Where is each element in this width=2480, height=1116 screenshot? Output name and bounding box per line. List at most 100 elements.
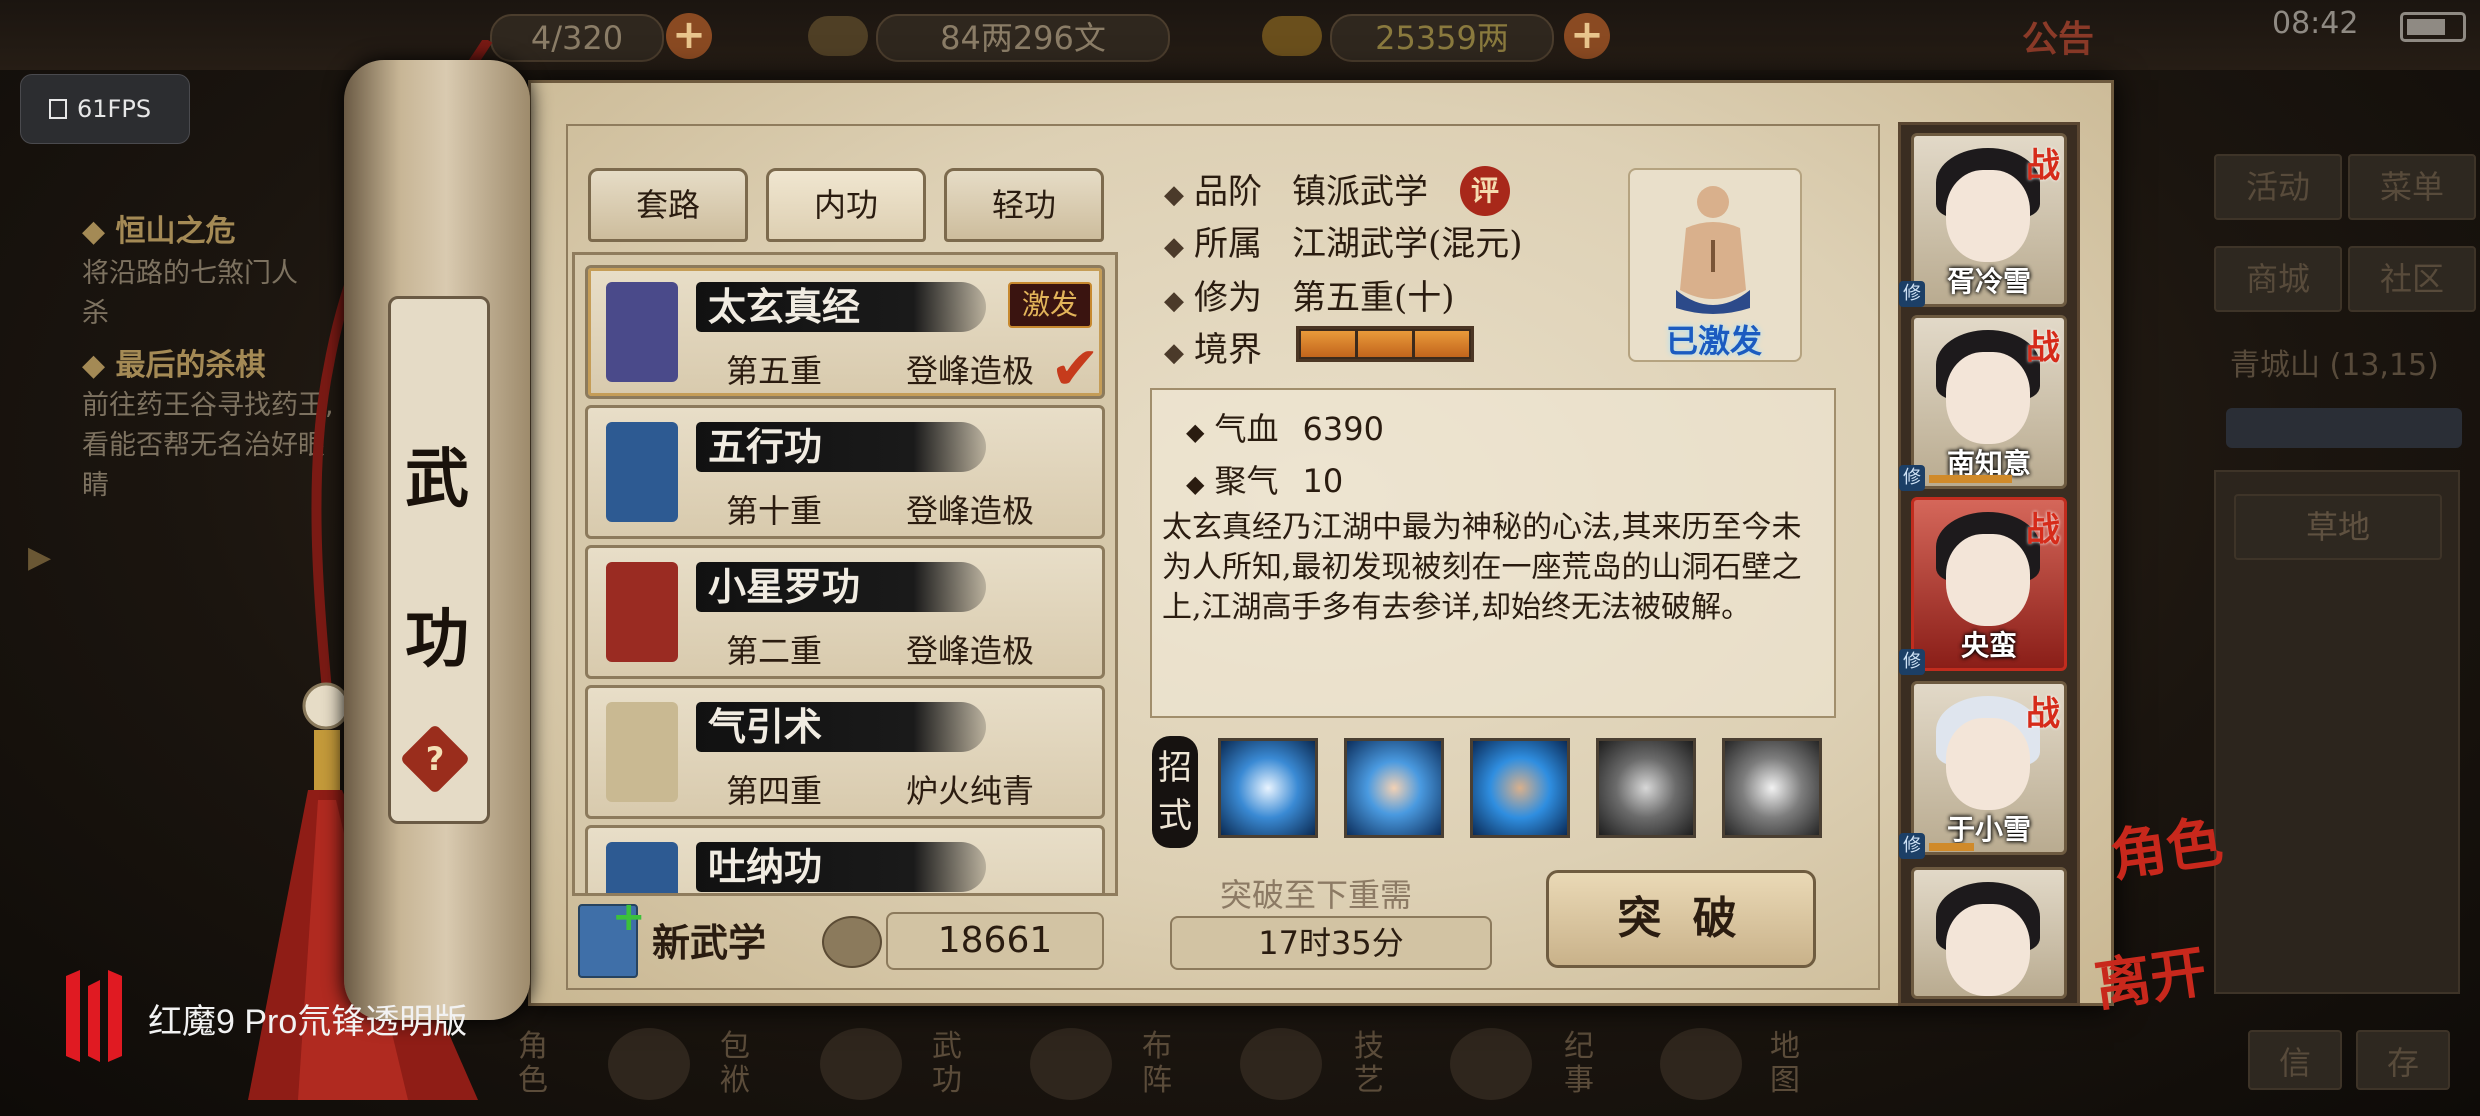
skill-level: 第二重 (726, 632, 823, 670)
book-icon (606, 842, 678, 893)
gold-icon (1262, 16, 1322, 56)
character-card[interactable]: 战 于小雪 (1911, 681, 2067, 855)
shop-button[interactable]: 商城 (2214, 246, 2342, 312)
nav-journal[interactable]: 纪事 (1564, 1030, 1598, 1098)
diamond-icon: ◆ (1186, 470, 1205, 498)
character-face (1946, 718, 2030, 810)
nav-role[interactable]: 角色 (518, 1030, 552, 1098)
notice-button[interactable]: 公告 (2022, 10, 2094, 62)
character-face (1946, 170, 2030, 262)
tab-inner-arts[interactable]: 内功 (766, 168, 926, 242)
attr-belong: ◆ 所属 江湖武学(混元) (1164, 216, 1523, 265)
nav-skill[interactable]: 武功 (932, 1030, 966, 1098)
review-badge[interactable]: 评 (1460, 166, 1510, 216)
fps-value: 61FPS (77, 95, 152, 123)
move-icon-1[interactable] (1218, 738, 1318, 838)
attr-rank: ◆ 品阶 镇派武学 (1164, 164, 1428, 213)
silver-icon (808, 16, 868, 56)
move-icon-5[interactable] (1722, 738, 1822, 838)
skill-item[interactable]: 小星罗功 第二重 登峰造极 (585, 545, 1105, 679)
silver-counter: 84两296文 (876, 14, 1170, 62)
bag-icon[interactable] (608, 1028, 690, 1100)
move-icon-3[interactable] (1470, 738, 1570, 838)
battle-badge: 战 (2026, 328, 2060, 368)
skill-item[interactable]: 吐纳功 (585, 825, 1105, 893)
nav-map[interactable]: 地图 (1770, 1030, 1804, 1098)
activity-button[interactable]: 活动 (2214, 154, 2342, 220)
location-coords: (13,15) (2329, 348, 2439, 383)
skill-item[interactable]: 太玄真经 第五重 登峰造极 激发 ✔ (585, 265, 1105, 404)
skill-list[interactable]: 太玄真经 第五重 登峰造极 激发 ✔ 五行功 第十重 登峰造极 小星罗功 第二重… (572, 252, 1118, 896)
diamond-icon: ◆ (1164, 232, 1184, 262)
help-button[interactable]: ? (399, 723, 471, 795)
character-name: 央蛮 (1960, 629, 2017, 662)
skill-name: 气引术 (708, 704, 823, 749)
scroll-book-icon (606, 282, 678, 382)
open-book-icon (822, 916, 882, 968)
character-button[interactable]: 角色 (2105, 797, 2227, 893)
red-magic-logo-icon (66, 970, 122, 1062)
journal-icon[interactable] (1450, 1028, 1532, 1100)
menu-button[interactable]: 菜单 (2348, 154, 2476, 220)
cultivation-badge: 修 (1899, 649, 1925, 675)
nav-craft[interactable]: 技艺 (1354, 1030, 1388, 1098)
new-skill-button[interactable]: 新武学 (652, 912, 766, 967)
nav-bag[interactable]: 包袱 (720, 1030, 754, 1098)
character-card[interactable] (1911, 867, 2067, 999)
moves-label: 招 式 (1152, 736, 1198, 848)
skill-item[interactable]: 气引术 第四重 炉火纯青 (585, 685, 1105, 819)
map-icon[interactable] (1660, 1028, 1742, 1100)
leave-button[interactable]: 离开 (2089, 927, 2211, 1023)
attr-realm: ◆ 境界 (1164, 322, 1262, 371)
character-face (1946, 534, 2030, 626)
meditating-monk-icon (1676, 186, 1750, 314)
craft-icon[interactable] (1240, 1028, 1322, 1100)
location-readout: 青城山 (13,15) (2230, 340, 2439, 384)
bottom-nav: 角色 包袱 武功 布阵 技艺 纪事 地图 (470, 1024, 1990, 1116)
character-name: 胥冷雪 (1946, 265, 2031, 298)
character-card[interactable]: 战 南知意 (1911, 315, 2067, 489)
add-gold-button[interactable]: + (1564, 13, 1610, 59)
character-card-selected[interactable]: 战 央蛮 (1911, 497, 2067, 671)
checkmark-icon: ✔ (1050, 334, 1101, 404)
skill-description: 太玄真经乃江湖中最为神秘的心法,其来历至今未为人所知,最初发现被刻在一座荒岛的山… (1162, 510, 1802, 625)
diamond-icon: ◆ (1164, 180, 1184, 210)
device-watermark: 红魔9 Pro氘锋透明版 (148, 1003, 468, 1041)
letter-button[interactable]: 信 (2248, 1030, 2342, 1090)
move-icon-2[interactable] (1344, 738, 1444, 838)
cultivation-badge: 修 (1899, 833, 1925, 859)
stat-focus: ◆ 聚气 10 (1186, 456, 1343, 502)
save-button[interactable]: 存 (2356, 1030, 2450, 1090)
attr-value: 镇派武学 (1292, 172, 1428, 212)
attr-label: 所属 (1194, 224, 1262, 264)
community-button[interactable]: 社区 (2348, 246, 2476, 312)
plus-icon: + (612, 894, 646, 940)
skill-name: 太玄真经 (708, 284, 861, 329)
move-icon-4[interactable] (1596, 738, 1696, 838)
attr-label: 修为 (1194, 278, 1262, 318)
tab-lightness[interactable]: 轻功 (944, 168, 1104, 242)
skill-grade: 登峰造极 (906, 352, 1035, 390)
add-storage-button[interactable]: + (666, 13, 712, 59)
scroll-title: 武 功 (402, 400, 472, 720)
quest-title-1[interactable]: ◆ 恒山之危 (82, 206, 236, 250)
skill-level: 第十重 (726, 492, 823, 530)
diamond-icon: ◆ (82, 214, 116, 249)
battle-badge: 战 (2026, 146, 2060, 186)
skill-points-value: 18661 (886, 912, 1104, 970)
books-icon[interactable] (820, 1028, 902, 1100)
diamond-icon: ◆ (82, 348, 116, 383)
character-face (1946, 352, 2030, 444)
stat-label: 气血 (1214, 410, 1279, 448)
formation-icon[interactable] (1030, 1028, 1112, 1100)
character-card[interactable]: 战 胥冷雪 (1911, 133, 2067, 307)
expand-arrow-icon[interactable]: ▶ (28, 540, 51, 575)
party-character-column[interactable]: 战 胥冷雪 修 战 南知意 修 战 央蛮 修 战 于小雪 修 (1898, 122, 2080, 1006)
skill-item[interactable]: 五行功 第十重 登峰造极 (585, 405, 1105, 539)
terrain-label: 草地 (2234, 494, 2442, 560)
tab-routines[interactable]: 套路 (588, 168, 748, 242)
attr-label: 境界 (1194, 330, 1262, 370)
breakthrough-button[interactable]: 突 破 (1546, 870, 1816, 968)
character-face (1946, 904, 2030, 996)
nav-formation[interactable]: 布阵 (1142, 1030, 1176, 1098)
